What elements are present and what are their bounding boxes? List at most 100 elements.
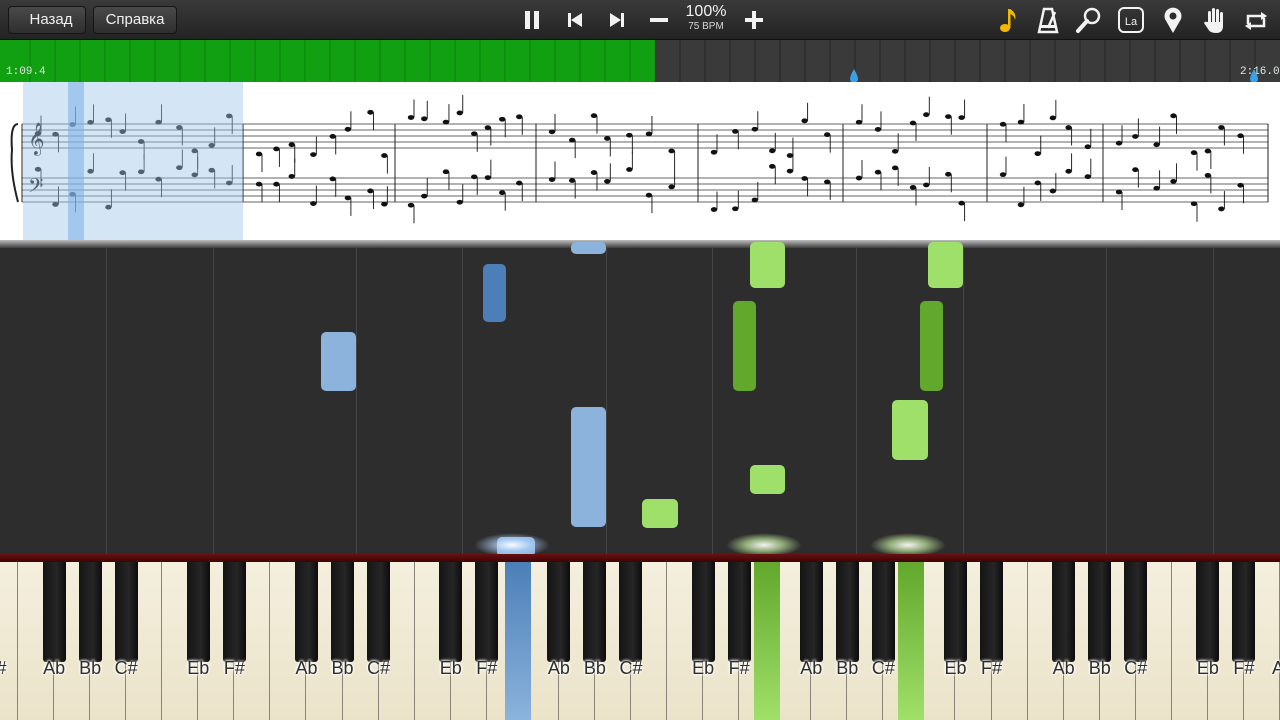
note-head (273, 181, 280, 187)
falling-note (750, 242, 785, 288)
black-key[interactable] (727, 562, 751, 662)
black-key[interactable] (294, 562, 318, 662)
key-label: Ab (43, 658, 66, 678)
bookmark-button[interactable] (1157, 4, 1189, 36)
note-head (442, 169, 450, 175)
lane-line (213, 248, 214, 554)
black-key[interactable] (186, 562, 210, 662)
black-key[interactable] (583, 562, 607, 662)
black-key[interactable] (42, 562, 66, 662)
note-head (1237, 133, 1244, 139)
black-key[interactable] (799, 562, 823, 662)
key-label: F# (476, 658, 498, 678)
note-head (958, 200, 965, 206)
black-key[interactable] (222, 562, 246, 662)
note-head (668, 184, 675, 190)
tempo-percent: 100% (685, 3, 727, 20)
key-label: Ab (800, 658, 823, 678)
plus-icon (745, 11, 763, 29)
key-label: Bb (836, 658, 859, 678)
note-head (484, 175, 492, 181)
note-head (1017, 202, 1025, 208)
black-key[interactable] (475, 562, 499, 662)
black-key[interactable] (1196, 562, 1220, 662)
note-head (344, 195, 352, 201)
metronome-button[interactable] (1032, 4, 1064, 36)
falling-note (321, 332, 356, 391)
note-head (999, 172, 1007, 178)
black-key[interactable] (980, 562, 1004, 662)
black-key[interactable] (439, 562, 463, 662)
score-divider (0, 240, 1280, 248)
black-key[interactable] (367, 562, 391, 662)
lane-line (356, 248, 357, 554)
note-label-icon: La (1118, 7, 1144, 33)
note-head (1034, 151, 1041, 157)
zoom-button[interactable] (1073, 4, 1105, 36)
note-head (923, 182, 930, 188)
note-head (1065, 125, 1072, 130)
note-head (855, 175, 863, 181)
note-head (484, 125, 492, 131)
black-key[interactable] (835, 562, 859, 662)
black-key[interactable] (114, 562, 138, 662)
black-key[interactable] (691, 562, 715, 662)
tempo-display: 100% 75 BPM (680, 3, 732, 33)
black-key[interactable] (1124, 562, 1148, 662)
note-head (421, 116, 428, 122)
faster-button[interactable] (736, 4, 772, 36)
black-key[interactable] (1088, 562, 1112, 662)
piano-keyboard[interactable]: F# Ab Bb C# Eb F# Ab Bb C# Eb F# Ab Bb C# Eb F# Ab Bb C# Eb… (0, 562, 1280, 720)
black-key[interactable] (619, 562, 643, 662)
skip-forward-button[interactable] (599, 4, 635, 36)
note-head (1153, 185, 1160, 191)
tempo-bpm: 75 BPM (688, 21, 724, 32)
key-label: Eb (944, 658, 967, 678)
note-head (645, 192, 653, 198)
note-head (824, 132, 831, 138)
black-key[interactable] (1052, 562, 1076, 662)
note-head (590, 170, 598, 175)
note-head (407, 202, 415, 208)
note-head (273, 146, 280, 152)
note-head (874, 169, 882, 175)
black-key[interactable] (331, 562, 355, 662)
music-note-button[interactable] (992, 4, 1024, 36)
note-head (710, 149, 718, 155)
song-progress-bar[interactable] (0, 40, 1280, 82)
key-label: Bb (331, 658, 354, 678)
white-key[interactable] (0, 562, 19, 720)
pause-button[interactable] (514, 4, 550, 36)
hands-button[interactable] (1199, 4, 1231, 36)
note-head (1017, 119, 1025, 125)
note-label-button[interactable]: La (1115, 4, 1147, 36)
note-head (604, 136, 611, 141)
note-head (381, 153, 388, 158)
progress-measure-grid (29, 40, 1256, 82)
note-head (1049, 115, 1057, 121)
black-key[interactable] (78, 562, 102, 662)
note-head (1204, 173, 1212, 178)
black-key[interactable] (943, 562, 967, 662)
black-key[interactable] (871, 562, 895, 662)
note-head (751, 126, 759, 132)
music-note-icon (1000, 9, 1016, 32)
key-label: C# (367, 658, 391, 678)
loop-button[interactable] (1240, 4, 1272, 36)
falling-note (483, 264, 506, 322)
note-head (471, 131, 478, 137)
note-head (1115, 189, 1123, 195)
black-key[interactable] (1232, 562, 1256, 662)
note-head (1190, 150, 1198, 156)
help-button[interactable]: Справка (93, 6, 177, 34)
key-label: Eb (1196, 658, 1219, 678)
note-head (751, 197, 759, 203)
skip-back-button[interactable] (557, 4, 593, 36)
black-key[interactable] (547, 562, 571, 662)
slower-button[interactable] (641, 4, 677, 36)
note-head (1049, 188, 1057, 194)
key-label: C# (871, 658, 895, 678)
back-button[interactable]: Назад (8, 6, 86, 34)
current-time: 1:09.4 (6, 66, 46, 78)
note-head (1065, 168, 1072, 174)
